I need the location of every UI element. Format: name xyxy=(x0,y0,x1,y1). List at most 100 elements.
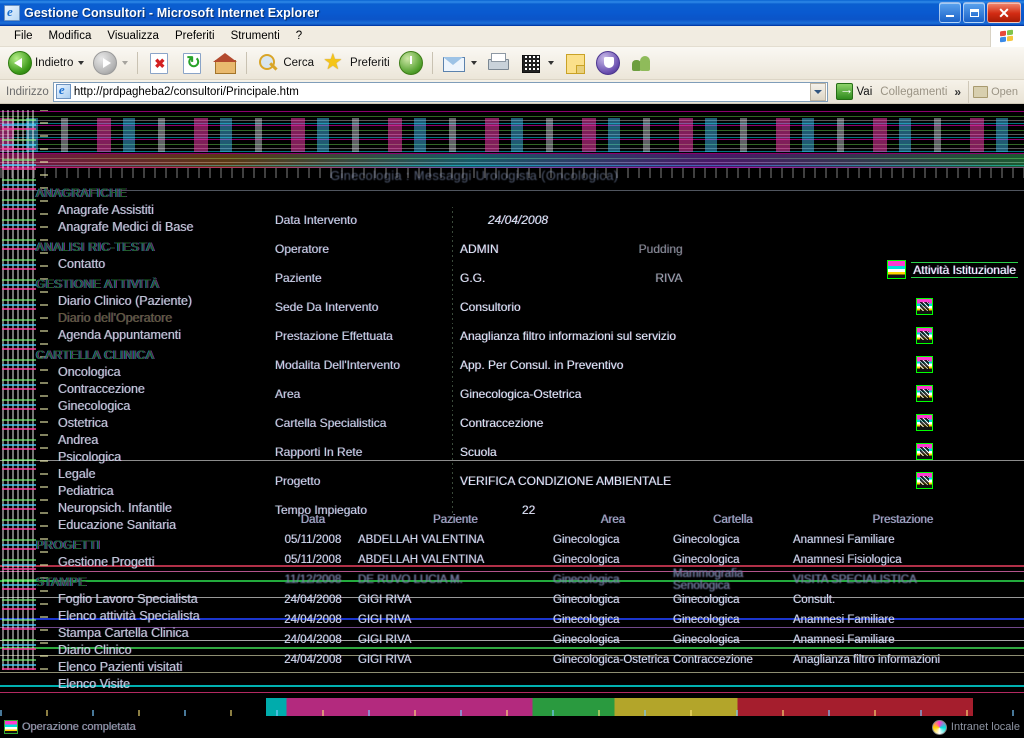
sidebar-item-elenco-pazienti-visitati[interactable]: Elenco Pazienti visitati xyxy=(58,660,248,674)
form-row-operatore: Operatore ADMIN Pudding xyxy=(275,234,1015,263)
table-row[interactable]: 05/11/2008 ABDELLAH VALENTINA Ginecologi… xyxy=(268,550,1024,570)
address-dropdown-button[interactable] xyxy=(810,82,827,101)
sidebar-item-elenco-attivita-specialista[interactable]: Elenco attività Specialista xyxy=(58,609,248,623)
links-label[interactable]: Collegamenti xyxy=(880,86,947,98)
print-button[interactable] xyxy=(482,49,514,77)
cell-data: 11/12/2008 xyxy=(284,574,342,586)
favorites-button[interactable]: Preferiti xyxy=(319,49,394,77)
sidebar-item-agenda-appuntamenti[interactable]: Agenda Appuntamenti xyxy=(58,328,248,342)
sidebar-item-legale[interactable]: Legale xyxy=(58,467,248,481)
mail-dropdown-icon[interactable] xyxy=(470,61,477,65)
menu-help[interactable]: ? xyxy=(288,28,310,44)
table-row[interactable]: 24/04/2008 GIGI RIVA Ginecologica Gineco… xyxy=(268,630,1024,650)
close-button[interactable]: ✕ xyxy=(987,2,1021,23)
table-row[interactable]: 24/04/2008 GIGI RIVA Ginecologica Gineco… xyxy=(268,610,1024,630)
chevron-right-icon[interactable]: » xyxy=(951,85,964,99)
messenger-button[interactable] xyxy=(592,49,624,77)
lookup-button-prestazione[interactable] xyxy=(916,327,933,344)
mail-button[interactable] xyxy=(438,49,481,77)
table-row[interactable]: 24/04/2008 GIGI RIVA Ginecologica Gineco… xyxy=(268,590,1024,610)
lookup-button-rapporti[interactable] xyxy=(916,443,933,460)
menu-visualizza[interactable]: Visualizza xyxy=(99,28,167,44)
page-icon xyxy=(55,82,71,99)
sidebar-item-contatto[interactable]: Contatto xyxy=(58,257,248,271)
lookup-button-modalita[interactable] xyxy=(916,356,933,373)
sidebar-item-ostetrica[interactable]: Ostetrica xyxy=(58,416,248,430)
home-button[interactable] xyxy=(209,49,241,77)
sidebar-item-oncologica[interactable]: Oncologica xyxy=(58,365,248,379)
back-dropdown-icon[interactable] xyxy=(78,61,85,65)
lookup-button-progetto[interactable] xyxy=(916,472,933,489)
menu-modifica[interactable]: Modifica xyxy=(41,28,100,44)
history-button[interactable] xyxy=(395,49,427,77)
glitch-band-mid xyxy=(0,154,1024,168)
sidebar-item-educazione-sanitaria[interactable]: Educazione Sanitaria xyxy=(58,518,248,532)
sidebar-item-elenco-visite[interactable]: Elenco Visite xyxy=(58,677,248,691)
table-row[interactable]: 05/11/2008 ABDELLAH VALENTINA Ginecologi… xyxy=(268,530,1024,550)
toolbar-divider xyxy=(137,52,139,74)
sidebar-item-anagrafe-medici[interactable]: Anagrafe Medici di Base xyxy=(58,220,248,234)
form-row-data-intervento: Data Intervento 24/04/2008 xyxy=(275,205,1015,234)
sidebar-item-diario-clinico[interactable]: Diario Clinico xyxy=(58,643,248,657)
go-button[interactable]: Vai xyxy=(832,81,876,100)
value-paziente[interactable]: G.G. xyxy=(460,271,485,285)
value-cartella-specialistica[interactable]: Contraccezione xyxy=(460,416,543,430)
value-progetto[interactable]: VERIFICA CONDIZIONE AMBIENTALE xyxy=(460,474,671,488)
form-row-area: Area Ginecologica-Ostetrica xyxy=(275,379,1015,408)
lookup-button-area[interactable] xyxy=(916,385,933,402)
sidebar-item-neuropsich-infantile[interactable]: Neuropsich. Infantile xyxy=(58,501,248,515)
minimize-button[interactable] xyxy=(939,2,961,23)
sidebar-item-stampa-cartella-clinica[interactable]: Stampa Cartella Clinica xyxy=(58,626,248,640)
address-input[interactable]: http://prdpagheba2/consultori/Principale… xyxy=(52,81,829,102)
lookup-button-sede[interactable] xyxy=(916,298,933,315)
forward-button[interactable] xyxy=(89,49,132,77)
value-sede-intervento[interactable]: Consultorio xyxy=(460,300,521,314)
menu-strumenti[interactable]: Strumenti xyxy=(223,28,288,44)
lookup-button-cartella[interactable] xyxy=(916,414,933,431)
value-operatore[interactable]: ADMIN xyxy=(460,242,499,256)
back-button[interactable]: Indietro xyxy=(4,49,88,77)
cell-cartella: Contraccezione xyxy=(673,654,753,666)
menu-preferiti[interactable]: Preferiti xyxy=(167,28,223,44)
status-right-group[interactable]: Intranet locale xyxy=(931,719,1020,735)
sidebar-item-anagrafe-assistiti[interactable]: Anagrafe Assistiti xyxy=(58,203,248,217)
sidebar-item-gestione-progetti[interactable]: Gestione Progetti xyxy=(58,555,248,569)
value-rapporti-in-rete[interactable]: Scuola xyxy=(460,445,497,459)
form-row-sede-intervento: Sede Da Intervento Consultorio xyxy=(275,292,1015,321)
edit-button[interactable] xyxy=(515,49,558,77)
sidebar-item-psicologica[interactable]: Psicologica xyxy=(58,450,248,464)
value-modalita-intervento[interactable]: App. Per Consul. in Preventivo xyxy=(460,358,623,372)
maximize-button[interactable] xyxy=(963,2,985,23)
open-button[interactable]: Open xyxy=(968,80,1022,103)
table-row[interactable]: 24/04/2008 GIGI RIVA Ginecologica-Ostetr… xyxy=(268,650,1024,670)
refresh-button[interactable] xyxy=(176,49,208,77)
sidebar-item-contraccezione[interactable]: Contraccezione xyxy=(58,382,248,396)
sidebar-item-ginecologica[interactable]: Ginecologica xyxy=(58,399,248,413)
edit-dropdown-icon[interactable] xyxy=(547,61,554,65)
go-arrow-icon xyxy=(836,81,854,100)
table-row[interactable]: 11/12/2008 DE RUVO LUCIA M. Ginecologica… xyxy=(268,568,1024,592)
value-prestazione-effettuata[interactable]: Anaglianza filtro informazioni sul servi… xyxy=(460,329,676,343)
cell-data: 24/04/2008 xyxy=(284,634,342,646)
favorites-label: Preferiti xyxy=(350,57,390,69)
sidebar-item-diario-clinico-paziente[interactable]: Diario Clinico (Paziente) xyxy=(58,294,248,308)
sidebar-item-pediatrica[interactable]: Pediatrica xyxy=(58,484,248,498)
form-row-prestazione-effettuata: Prestazione Effettuata Anaglianza filtro… xyxy=(275,321,1015,350)
value-data-intervento[interactable]: 24/04/2008 xyxy=(488,213,548,227)
sidebar-item-diario-operatore[interactable]: Diario dell'Operatore xyxy=(58,311,248,325)
forward-dropdown-icon[interactable] xyxy=(122,61,129,65)
value-area[interactable]: Ginecologica-Ostetrica xyxy=(460,387,581,401)
sidebar-heading-cartella-clinica: CARTELLA CLINICA xyxy=(36,348,155,362)
column-header-paziente: Paziente xyxy=(433,514,478,526)
security-zone-label: Intranet locale xyxy=(950,721,1020,733)
menu-file[interactable]: File xyxy=(6,28,41,44)
stop-button[interactable] xyxy=(143,49,175,77)
refresh-icon xyxy=(183,52,202,74)
note-button[interactable] xyxy=(559,49,591,77)
sidebar-item-foglio-lavoro-specialista[interactable]: Foglio Lavoro Specialista xyxy=(58,592,248,606)
search-button[interactable]: Cerca xyxy=(252,49,318,77)
sidebar-item-andrea[interactable]: Andrea xyxy=(58,433,248,447)
people-button[interactable] xyxy=(625,49,657,77)
activity-badge[interactable]: Attività Istituzionale xyxy=(887,260,1018,279)
menu-bar: File Modifica Visualizza Preferiti Strum… xyxy=(0,26,1024,47)
